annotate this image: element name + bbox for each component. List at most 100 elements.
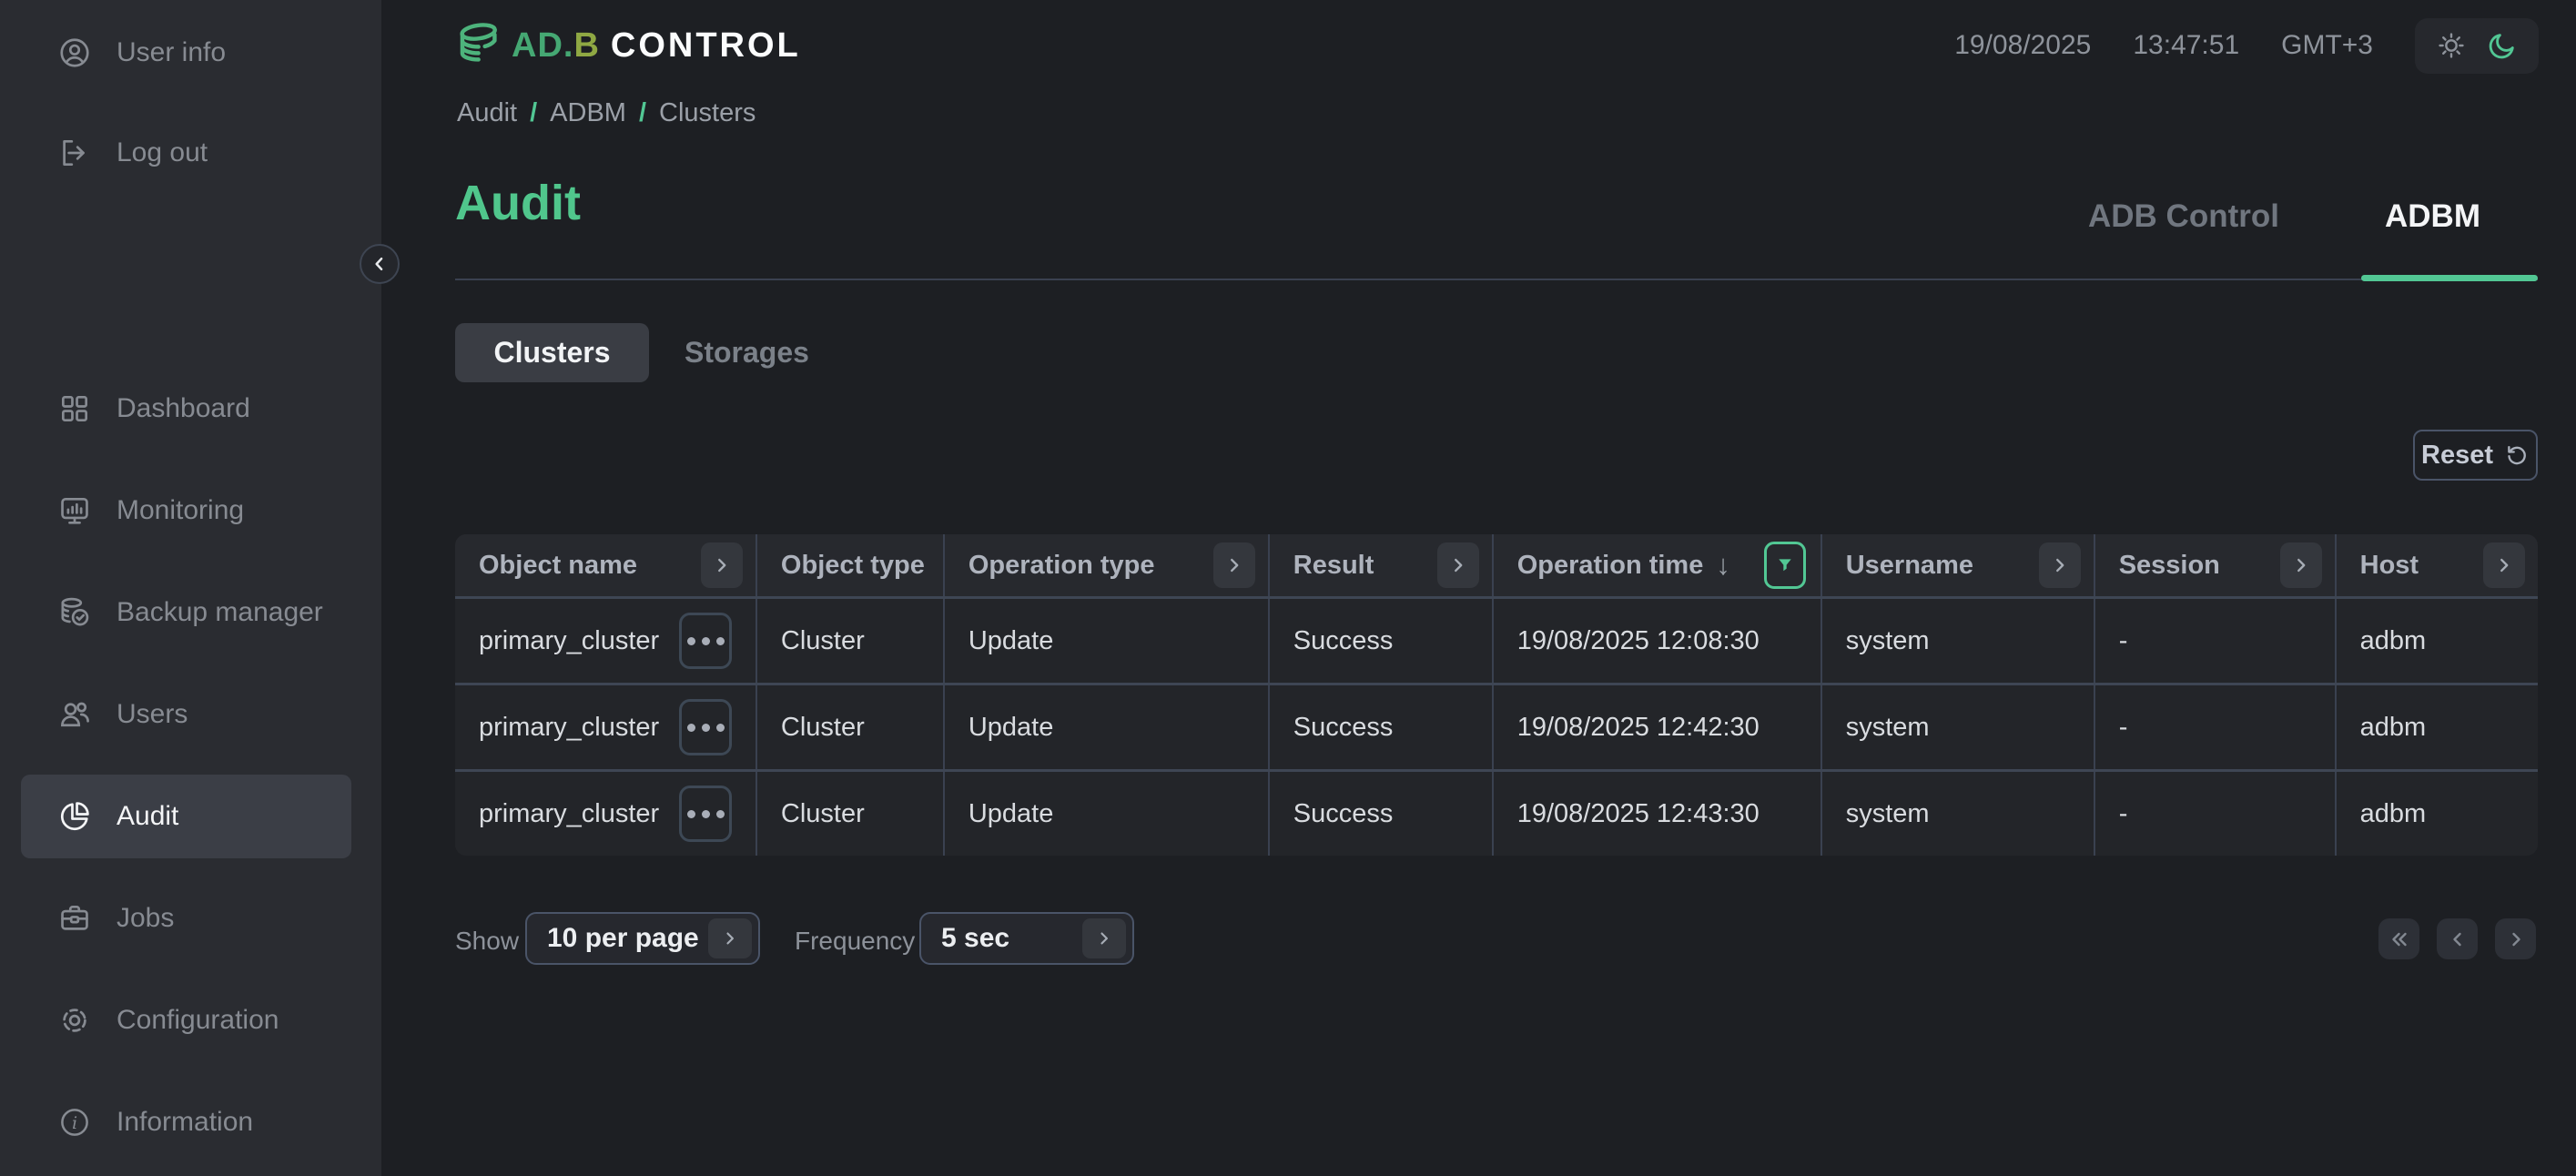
sidebar-item-audit[interactable]: Audit — [21, 775, 351, 858]
next-page-button[interactable] — [2495, 918, 2536, 959]
breadcrumb-item-clusters[interactable]: Clusters — [659, 98, 756, 128]
cell-operation-type: Update — [943, 772, 1268, 856]
cell-object-name: primary_cluster — [455, 599, 756, 683]
clock: 19/08/2025 13:47:51 GMT+3 — [1954, 17, 2539, 74]
monitoring-icon — [57, 493, 92, 528]
column-header-username: Username — [1820, 534, 2094, 596]
ellipsis-icon — [687, 724, 695, 732]
breadcrumb: Audit / ADBM / Clusters — [457, 98, 756, 128]
sun-icon[interactable] — [2436, 30, 2467, 61]
sidebar-item-label: Log out — [117, 137, 208, 168]
first-page-button[interactable] — [2378, 918, 2419, 959]
sidebar-item-label: Dashboard — [117, 393, 250, 424]
sidebar-item-monitoring[interactable]: Monitoring — [21, 469, 351, 553]
clock-time: 13:47:51 — [2133, 30, 2239, 61]
sidebar-item-user-info[interactable]: User info — [21, 25, 351, 80]
prev-page-button[interactable] — [2437, 918, 2478, 959]
double-chevron-left-icon — [2388, 928, 2410, 950]
column-header-operation-time: Operation time ↓ — [1492, 534, 1820, 596]
info-icon: i — [57, 1105, 92, 1140]
subtab-storages[interactable]: Storages — [685, 323, 809, 382]
logout-icon — [57, 136, 92, 170]
logo-text-olive: B — [573, 26, 599, 65]
sidebar-item-jobs[interactable]: Jobs — [21, 877, 351, 960]
tabs-divider — [455, 279, 2538, 280]
breadcrumb-item-audit[interactable]: Audit — [457, 98, 517, 128]
column-header-session: Session — [2094, 534, 2335, 596]
cell-operation-time: 19/08/2025 12:42:30 — [1492, 685, 1820, 769]
cell-operation-time: 19/08/2025 12:08:30 — [1492, 599, 1820, 683]
page-size-dropdown[interactable]: 10 per page — [525, 912, 760, 965]
cell-result: Success — [1268, 599, 1492, 683]
audit-table: Object name Object type Operation type R… — [455, 534, 2538, 856]
dropdown-chevron-button[interactable] — [1082, 918, 1126, 958]
table-row[interactable]: primary_cluster Cluster Update Success 1… — [455, 683, 2538, 769]
chevron-right-icon — [1224, 555, 1244, 575]
sidebar-item-dashboard[interactable]: Dashboard — [21, 367, 351, 451]
cell-session: - — [2094, 599, 2335, 683]
chevron-right-icon — [1095, 929, 1113, 948]
audit-pie-icon — [57, 799, 92, 834]
breadcrumb-item-adbm[interactable]: ADBM — [550, 98, 626, 128]
cell-session: - — [2094, 772, 2335, 856]
sidebar-item-configuration[interactable]: Configuration — [21, 978, 351, 1062]
sidebar-item-label: Information — [117, 1107, 253, 1138]
sort-desc-icon[interactable]: ↓ — [1716, 549, 1730, 582]
cell-username: system — [1820, 685, 2094, 769]
active-tab-underline — [2361, 275, 2538, 281]
column-menu-button[interactable] — [2483, 542, 2525, 588]
table-row[interactable]: primary_cluster Cluster Update Success 1… — [455, 596, 2538, 683]
cell-operation-type: Update — [943, 599, 1268, 683]
reset-label: Reset — [2421, 441, 2493, 471]
sidebar-item-label: Configuration — [117, 1005, 279, 1036]
cell-username: system — [1820, 772, 2094, 856]
dashboard-icon — [57, 391, 92, 426]
row-actions-button[interactable] — [679, 613, 732, 669]
sidebar-item-backup-manager[interactable]: Backup manager — [21, 571, 351, 654]
svg-text:i: i — [72, 1113, 77, 1133]
jobs-icon — [57, 901, 92, 936]
row-actions-button[interactable] — [679, 786, 732, 842]
sidebar-item-label: Backup manager — [117, 597, 323, 628]
breadcrumb-separator: / — [530, 98, 537, 128]
sidebar-item-label: User info — [117, 37, 226, 68]
column-menu-button[interactable] — [2280, 542, 2322, 588]
column-menu-button[interactable] — [1437, 542, 1479, 588]
tab-adbm[interactable]: ADBM — [2385, 198, 2480, 235]
chevron-right-icon — [2050, 555, 2070, 575]
cell-operation-time: 19/08/2025 12:43:30 — [1492, 772, 1820, 856]
chevron-right-icon — [2291, 555, 2311, 575]
gear-icon — [57, 1003, 92, 1038]
chevron-right-icon — [712, 555, 732, 575]
reset-button[interactable]: Reset — [2413, 430, 2538, 481]
tab-adb-control[interactable]: ADB Control — [2088, 198, 2279, 235]
sidebar-collapse-button[interactable] — [360, 244, 400, 284]
cell-object-name: primary_cluster — [455, 685, 756, 769]
theme-toggle — [2415, 18, 2539, 74]
cell-username: system — [1820, 599, 2094, 683]
table-row[interactable]: primary_cluster Cluster Update Success 1… — [455, 769, 2538, 856]
page-title: Audit — [455, 175, 581, 231]
chevron-right-icon — [2494, 555, 2514, 575]
clock-timezone: GMT+3 — [2281, 30, 2373, 61]
column-menu-button[interactable] — [701, 542, 743, 588]
filter-active-button[interactable] — [1764, 542, 1806, 589]
row-actions-button[interactable] — [679, 699, 732, 755]
sidebar-item-label: Monitoring — [117, 495, 244, 526]
chevron-right-icon — [2505, 928, 2527, 950]
frequency-dropdown[interactable]: 5 sec — [919, 912, 1134, 965]
pagination — [2378, 918, 2536, 959]
moon-icon[interactable] — [2487, 30, 2518, 61]
dropdown-chevron-button[interactable] — [708, 918, 752, 958]
sidebar-item-information[interactable]: i Information — [21, 1080, 351, 1164]
cell-operation-type: Update — [943, 685, 1268, 769]
cell-result: Success — [1268, 772, 1492, 856]
logo-text-green: AD. — [512, 26, 573, 65]
column-menu-button[interactable] — [1213, 542, 1255, 588]
sidebar-item-label: Jobs — [117, 903, 174, 934]
column-menu-button[interactable] — [2039, 542, 2081, 588]
sidebar-item-users[interactable]: Users — [21, 673, 351, 756]
frequency-value: 5 sec — [921, 923, 1009, 954]
sidebar-item-log-out[interactable]: Log out — [21, 126, 351, 180]
subtab-clusters[interactable]: Clusters — [455, 323, 649, 382]
